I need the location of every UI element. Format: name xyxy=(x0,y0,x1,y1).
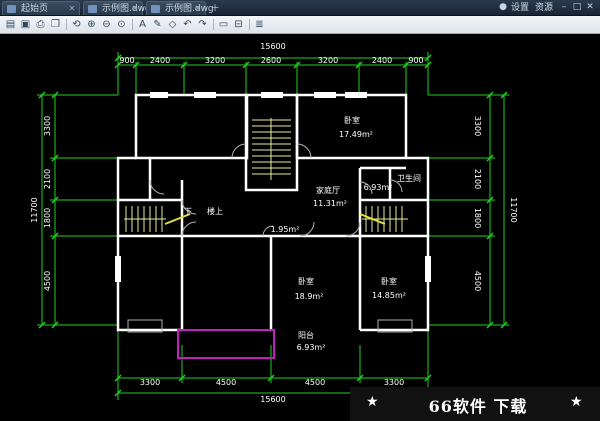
minimize-icon[interactable]: – xyxy=(559,3,569,12)
file-icon xyxy=(88,5,97,13)
tab-label: 起始页 xyxy=(21,4,49,14)
measure-icon[interactable]: ⊟ xyxy=(232,18,245,31)
zoom-out-icon[interactable]: ⊖ xyxy=(100,18,113,31)
dim-bottom-3: 3300 xyxy=(384,378,404,387)
dim-left-total: 11700 xyxy=(30,197,39,222)
dim-right-1: 2100 xyxy=(473,169,482,189)
star-icon: ★ xyxy=(366,394,379,410)
star-icon: ★ xyxy=(570,394,583,410)
print-icon[interactable]: ⎙ xyxy=(34,18,47,31)
close-icon[interactable]: ✕ xyxy=(131,5,139,13)
stair-up-label: 楼上 xyxy=(207,206,223,216)
tab-drawing-2[interactable]: 示例图.dwg ✕ xyxy=(146,1,214,15)
room-balcony-name: 阳台 xyxy=(298,330,314,340)
room-balcony-area: 6.93m² xyxy=(297,343,326,352)
pencil-icon[interactable]: ✎ xyxy=(151,18,164,31)
close-icon[interactable]: ✕ xyxy=(68,5,76,13)
dim-bottom-1: 4500 xyxy=(216,378,236,387)
layers-icon[interactable]: ≣ xyxy=(253,18,266,31)
dim-right-0: 3300 xyxy=(473,116,482,136)
dim-top-5: 2400 xyxy=(372,56,392,65)
room-bedroom-ne-name: 卧室 xyxy=(344,115,360,125)
drawing-canvas[interactable]: 15600 900 2400 3200 2600 3200 2400 900 3… xyxy=(0,34,600,421)
zoom-extent-icon[interactable]: ⟲ xyxy=(70,18,83,31)
dim-left-3: 4500 xyxy=(43,271,52,291)
room-bathroom-name: 卫生间 xyxy=(397,173,421,183)
dim-top-2: 3200 xyxy=(205,56,225,65)
room-bedroom-s2-name: 卧室 xyxy=(381,276,397,286)
watermark-text: 66软件 下载 xyxy=(428,397,528,416)
dim-left-2: 1800 xyxy=(43,208,52,228)
stair-arrows xyxy=(164,213,386,225)
close-icon[interactable]: ✕ xyxy=(194,5,202,13)
resources-button[interactable]: 资源 xyxy=(535,2,553,14)
dim-right-total: 11700 xyxy=(509,197,518,222)
room-small-area: 6.93m² xyxy=(364,183,393,192)
dim-top-0: 900 xyxy=(119,56,134,65)
dim-right-2: 1800 xyxy=(473,208,482,228)
home-icon xyxy=(7,5,16,13)
room-bedroom-s1-name: 卧室 xyxy=(298,276,314,286)
dim-left-0: 3300 xyxy=(43,116,52,136)
new-tab-button[interactable]: + xyxy=(208,2,222,14)
title-bar: 起始页 ✕ 示例图.dwg ✕ 示例图.dwg ✕ + ● 设置 资源 – □ … xyxy=(0,0,600,16)
zoom-in-icon[interactable]: ⊕ xyxy=(85,18,98,31)
text-icon[interactable]: A xyxy=(136,18,149,31)
dim-top-6: 900 xyxy=(408,56,423,65)
dim-top-3: 2600 xyxy=(261,56,281,65)
stair-down-label: 下 xyxy=(184,207,192,216)
maximize-icon[interactable]: □ xyxy=(572,3,582,12)
zoom-window-icon[interactable]: ⊙ xyxy=(115,18,128,31)
settings-button[interactable]: 设置 xyxy=(511,2,529,14)
tab-drawing-1[interactable]: 示例图.dwg ✕ xyxy=(83,1,151,15)
file-icon xyxy=(151,5,160,13)
dim-top-4: 3200 xyxy=(318,56,338,65)
save-icon[interactable]: ▣ xyxy=(19,18,32,31)
room-living-name: 家庭厅 xyxy=(316,185,340,195)
open-icon[interactable]: ▤ xyxy=(4,18,17,31)
close-window-icon[interactable]: ✕ xyxy=(585,3,595,12)
undo-icon[interactable]: ↶ xyxy=(181,18,194,31)
toolbar: ▤ ▣ ⎙ ❐ ⟲ ⊕ ⊖ ⊙ A ✎ ◇ ↶ ↷ ▭ ⊟ ≣ xyxy=(0,16,600,34)
room-living-area: 11.31m² xyxy=(313,199,347,208)
dim-left-1: 2100 xyxy=(43,169,52,189)
tab-label: 示例图.dwg xyxy=(102,4,151,14)
dim-top-1: 2400 xyxy=(150,56,170,65)
tab-start-page[interactable]: 起始页 ✕ xyxy=(2,1,80,15)
balcony-outline xyxy=(177,329,275,359)
ruler-icon[interactable]: ▭ xyxy=(217,18,230,31)
landing-area: 1.95m² xyxy=(271,225,300,234)
dim-top-total: 15600 xyxy=(260,42,285,51)
eraser-icon[interactable]: ◇ xyxy=(166,18,179,31)
room-bedroom-s1-area: 18.9m² xyxy=(295,292,324,301)
dim-right-3: 4500 xyxy=(473,271,482,291)
watermark-banner: ★ 66软件 下载 ★ xyxy=(350,387,600,421)
room-bedroom-s2-area: 14.85m² xyxy=(372,291,406,300)
dim-bottom-0: 3300 xyxy=(140,378,160,387)
dim-bottom-2: 4500 xyxy=(305,378,325,387)
user-icon[interactable]: ● xyxy=(498,3,508,12)
dim-bottom-total: 15600 xyxy=(260,395,285,404)
copy-icon[interactable]: ❐ xyxy=(49,18,62,31)
redo-icon[interactable]: ↷ xyxy=(196,18,209,31)
room-bedroom-ne-area: 17.49m² xyxy=(339,130,373,139)
tab-label: 示例图.dwg xyxy=(165,4,214,14)
